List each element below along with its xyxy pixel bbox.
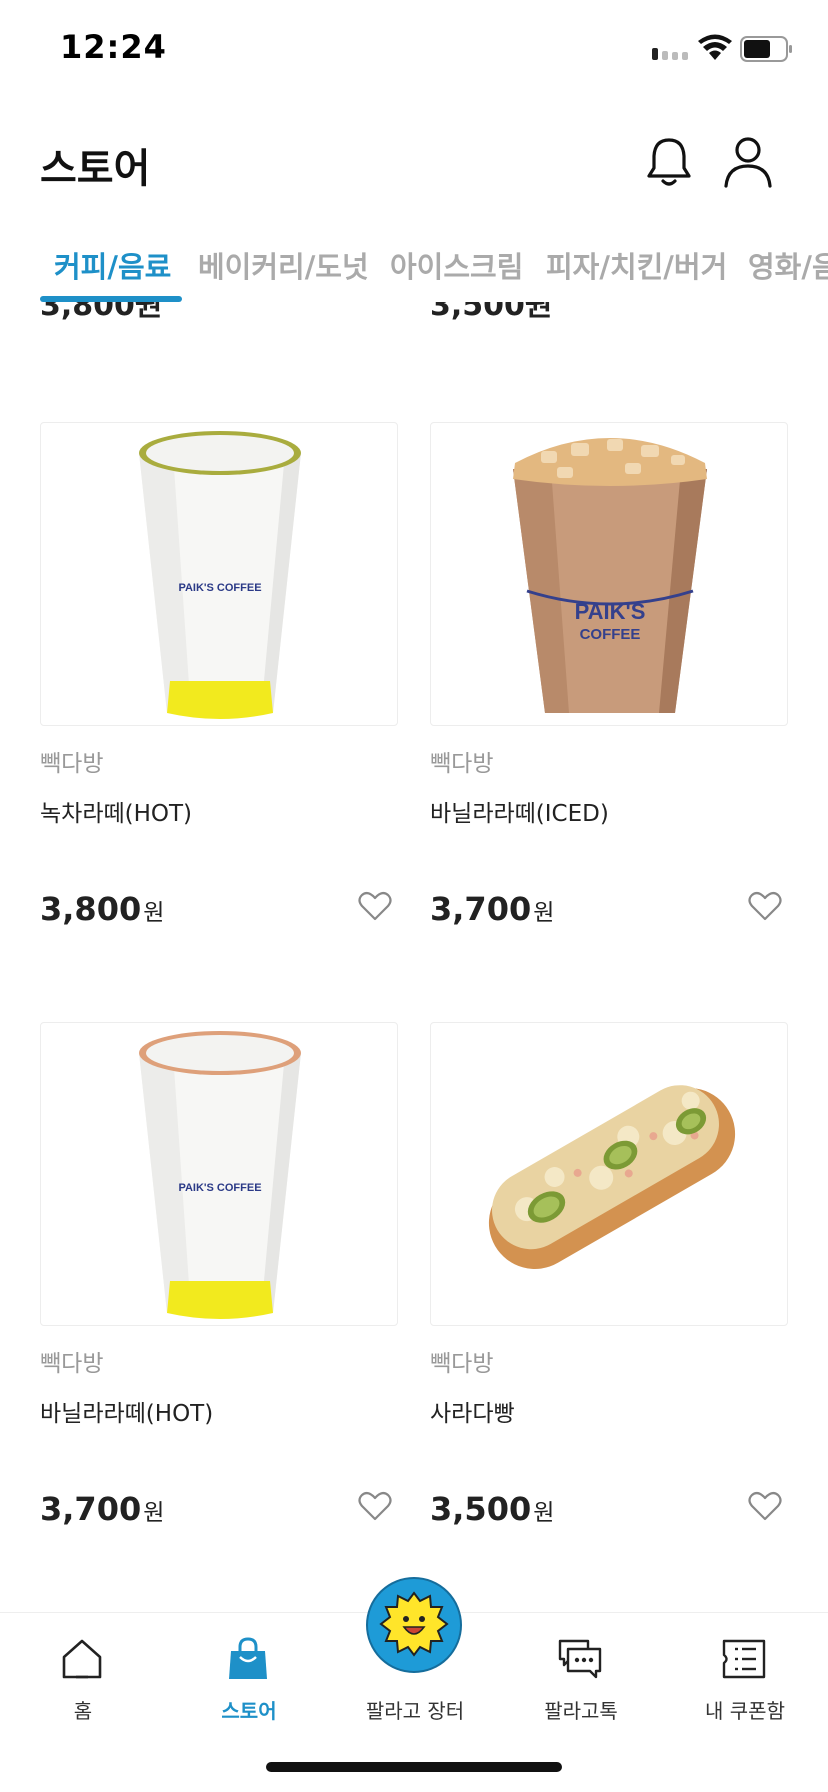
nav-coupons[interactable]: 내 쿠폰함 [662, 1613, 828, 1733]
tab-bakery-donut[interactable]: 베이커리/도넛 [198, 244, 369, 286]
heart-icon[interactable] [748, 1490, 782, 1522]
product-name: 사라다빵 [430, 1401, 515, 1427]
nav-label-market: 팔라고 장터 [365, 1699, 465, 1723]
svg-text:COFFEE: COFFEE [580, 626, 641, 643]
shopping-bag-icon [229, 1637, 267, 1679]
salad-bread-icon [488, 1085, 736, 1269]
tab-coffee-drinks[interactable]: 커피/음료 [54, 244, 171, 286]
app-header: 스토어 [0, 100, 828, 230]
currency-label: 원 [533, 900, 555, 926]
product-name: 바닐라라떼(HOT) [40, 1401, 214, 1427]
heart-icon[interactable] [358, 1490, 392, 1522]
product-price: 3,800 [40, 890, 142, 928]
nav-market[interactable]: 팔라고 장터 [332, 1577, 498, 1733]
status-time: 12:24 [60, 28, 167, 66]
product-image[interactable]: PAIK'S COFFEE [40, 1022, 398, 1326]
paper-cup-green-rim-icon: PAIK'S COFFEE [139, 431, 301, 719]
nav-home[interactable]: 홈 [0, 1613, 166, 1733]
svg-text:PAIK'S COFFEE: PAIK'S COFFEE [178, 582, 261, 594]
category-tabs: 커피/음료 베이커리/도넛 아이스크림 피자/치킨/버거 영화/음 [0, 230, 828, 302]
price-row: 3,800원 [40, 890, 398, 934]
status-bar: 12:24 [0, 0, 828, 100]
product-card[interactable]: PAIK'S COFFEE 빽다방 녹차라떼(HOT) 3,800원 [40, 422, 398, 934]
product-card[interactable]: PAIK'S COFFEE 빽다방 바닐라라떼(HOT) 3,700원 [40, 1022, 398, 1534]
nav-label-coupons: 내 쿠폰함 [705, 1699, 785, 1723]
product-price: 3,500 [430, 1490, 532, 1528]
product-name: 바닐라라떼(ICED) [430, 801, 609, 827]
battery-icon [740, 36, 792, 62]
page-title: 스토어 [40, 146, 151, 192]
mascot-icon [379, 1591, 449, 1657]
iced-latte-cup-icon: PAIK'S COFFEE [513, 438, 707, 713]
currency-label: 원 [143, 900, 165, 926]
product-image[interactable]: PAIK'S COFFEE [430, 422, 788, 726]
chat-icon [558, 1639, 602, 1679]
partial-price-right: 3,500원 [430, 302, 553, 323]
nav-label-store: 스토어 [221, 1699, 277, 1723]
home-indicator [266, 1762, 562, 1772]
wifi-icon [698, 34, 732, 60]
home-icon [62, 1639, 102, 1679]
product-brand: 빽다방 [430, 1351, 494, 1377]
nav-chat[interactable]: 팔라고톡 [498, 1613, 664, 1733]
product-price: 3,700 [430, 890, 532, 928]
svg-text:PAIK'S: PAIK'S [575, 599, 646, 624]
product-image[interactable] [430, 1022, 788, 1326]
signal-icon [652, 48, 688, 60]
price-row: 3,500원 [430, 1490, 788, 1534]
product-card[interactable]: PAIK'S COFFEE 빽다방 바닐라라떼(ICED) 3,700원 [430, 422, 788, 934]
product-grid: 3,800원 3,500원 PAIK'S COFFEE 빽다방 녹차라떼(HOT… [0, 302, 828, 1612]
product-name: 녹차라떼(HOT) [40, 801, 193, 827]
product-image[interactable]: PAIK'S COFFEE [40, 422, 398, 726]
heart-icon[interactable] [358, 890, 392, 922]
price-row: 3,700원 [430, 890, 788, 934]
price-row: 3,700원 [40, 1490, 398, 1534]
paper-cup-brown-rim-icon: PAIK'S COFFEE [139, 1031, 301, 1319]
partial-price-left: 3,800원 [40, 302, 163, 323]
product-brand: 빽다방 [430, 751, 494, 777]
svg-text:PAIK'S COFFEE: PAIK'S COFFEE [178, 1182, 261, 1194]
tab-pizza-chicken-burger[interactable]: 피자/치킨/버거 [546, 244, 727, 286]
coupon-list-icon [722, 1639, 766, 1679]
nav-label-home: 홈 [73, 1699, 93, 1723]
currency-label: 원 [143, 1500, 165, 1526]
product-brand: 빽다방 [40, 751, 104, 777]
nav-store[interactable]: 스토어 [166, 1613, 332, 1733]
bell-icon[interactable] [644, 134, 694, 188]
nav-label-chat: 팔라고톡 [544, 1699, 618, 1723]
mascot-button[interactable] [366, 1577, 462, 1673]
user-icon[interactable] [722, 134, 774, 188]
tab-ice-cream[interactable]: 아이스크림 [390, 244, 523, 286]
product-card[interactable]: 빽다방 사라다빵 3,500원 [430, 1022, 788, 1534]
product-brand: 빽다방 [40, 1351, 104, 1377]
product-price: 3,700 [40, 1490, 142, 1528]
heart-icon[interactable] [748, 890, 782, 922]
tab-movie-music[interactable]: 영화/음 [748, 244, 828, 286]
currency-label: 원 [533, 1500, 555, 1526]
